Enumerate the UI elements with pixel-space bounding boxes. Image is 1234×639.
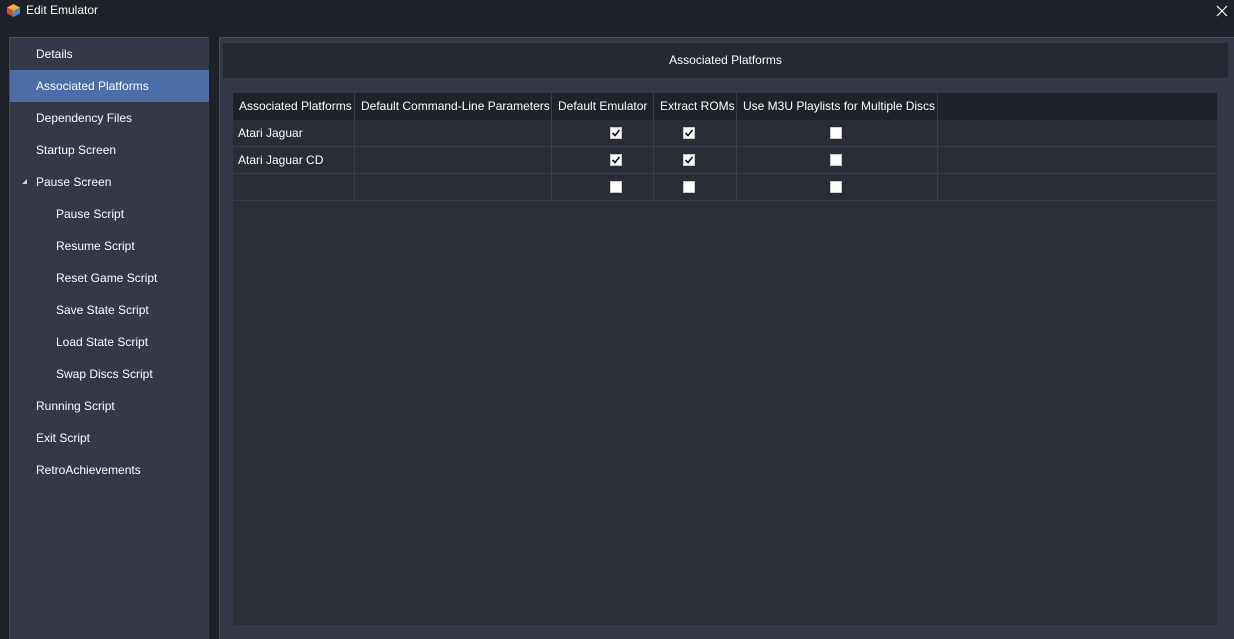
use-m3u-cell <box>737 174 938 200</box>
use-m3u-cell <box>737 147 938 173</box>
platforms-table[interactable]: Associated Platforms Default Command-Lin… <box>233 93 1217 625</box>
sidebar-item-dependency-files[interactable]: Dependency Files <box>10 102 209 134</box>
parameters-cell[interactable] <box>355 120 552 146</box>
extract-roms-checkbox[interactable] <box>683 154 695 166</box>
use-m3u-checkbox[interactable] <box>830 181 842 193</box>
sidebar-item-label: Save State Script <box>56 303 149 317</box>
extract-roms-cell <box>654 147 737 173</box>
expand-triangle-icon[interactable] <box>20 166 30 198</box>
sidebar-item-details[interactable]: Details <box>10 38 209 70</box>
sidebar-item-label: Associated Platforms <box>36 79 149 93</box>
platform-cell[interactable]: Atari Jaguar CD <box>233 147 355 173</box>
default-emulator-cell <box>552 147 654 173</box>
table-row[interactable]: Atari Jaguar CD <box>233 147 1217 174</box>
default-emulator-checkbox[interactable] <box>610 154 622 166</box>
default-emulator-checkbox[interactable] <box>610 127 622 139</box>
sidebar-item-startup-screen[interactable]: Startup Screen <box>10 134 209 166</box>
sidebar: Details Associated Platforms Dependency … <box>9 37 209 639</box>
table-row[interactable]: Atari Jaguar <box>233 120 1217 147</box>
section-title: Associated Platforms <box>669 53 782 67</box>
sidebar-item-resume-script[interactable]: Resume Script <box>10 230 209 262</box>
column-header-use-m3u-playlists[interactable]: Use M3U Playlists for Multiple Discs <box>737 93 938 120</box>
app-icon <box>7 4 20 17</box>
sidebar-item-save-state-script[interactable]: Save State Script <box>10 294 209 326</box>
sidebar-item-label: Dependency Files <box>36 111 133 125</box>
sidebar-item-label: Reset Game Script <box>56 271 158 285</box>
sidebar-item-swap-discs-script[interactable]: Swap Discs Script <box>10 358 209 390</box>
checkmark-icon <box>611 129 621 137</box>
use-m3u-checkbox[interactable] <box>830 154 842 166</box>
parameters-cell[interactable] <box>355 174 552 200</box>
sidebar-item-label: Exit Script <box>36 431 91 445</box>
platform-cell[interactable]: Atari Jaguar <box>233 120 355 146</box>
sidebar-item-label: RetroAchievements <box>36 463 141 477</box>
extract-roms-checkbox[interactable] <box>683 181 695 193</box>
column-header-default-emulator[interactable]: Default Emulator <box>552 93 654 120</box>
window-title: Edit Emulator <box>26 3 99 17</box>
sidebar-item-label: Resume Script <box>56 239 135 253</box>
sidebar-item-label: Running Script <box>36 399 115 413</box>
use-m3u-checkbox[interactable] <box>830 127 842 139</box>
platform-cell[interactable] <box>233 174 355 200</box>
sidebar-item-associated-platforms[interactable]: Associated Platforms <box>10 70 209 102</box>
close-icon[interactable] <box>1212 1 1232 21</box>
sidebar-item-running-script[interactable]: Running Script <box>10 390 209 422</box>
checkmark-icon <box>611 156 621 164</box>
sidebar-item-pause-screen[interactable]: Pause Screen <box>10 166 209 198</box>
column-header-command-line-parameters[interactable]: Default Command-Line Parameters <box>355 93 552 120</box>
sidebar-item-label: Startup Screen <box>36 143 117 157</box>
sidebar-item-reset-game-script[interactable]: Reset Game Script <box>10 262 209 294</box>
table-header: Associated Platforms Default Command-Lin… <box>233 93 1217 120</box>
checkmark-icon <box>684 156 694 164</box>
sidebar-item-label: Load State Script <box>56 335 149 349</box>
sidebar-item-label: Pause Script <box>56 207 125 221</box>
title-bar: Edit Emulator <box>0 0 1234 22</box>
default-emulator-checkbox[interactable] <box>610 181 622 193</box>
sidebar-item-label: Pause Screen <box>36 175 112 189</box>
sidebar-item-exit-script[interactable]: Exit Script <box>10 422 209 454</box>
sidebar-item-label: Details <box>36 47 73 61</box>
default-emulator-cell <box>552 174 654 200</box>
table-row-new[interactable] <box>233 174 1217 201</box>
sidebar-item-label: Swap Discs Script <box>56 367 153 381</box>
column-header-associated-platforms[interactable]: Associated Platforms <box>233 93 355 120</box>
sidebar-item-load-state-script[interactable]: Load State Script <box>10 326 209 358</box>
parameters-cell[interactable] <box>355 147 552 173</box>
extract-roms-cell <box>654 174 737 200</box>
use-m3u-cell <box>737 120 938 146</box>
sidebar-item-pause-script[interactable]: Pause Script <box>10 198 209 230</box>
section-header: Associated Platforms <box>223 43 1228 78</box>
sidebar-item-retroachievements[interactable]: RetroAchievements <box>10 454 209 486</box>
checkmark-icon <box>684 129 694 137</box>
extract-roms-cell <box>654 120 737 146</box>
column-header-extract-roms[interactable]: Extract ROMs <box>654 93 737 120</box>
extract-roms-checkbox[interactable] <box>683 127 695 139</box>
default-emulator-cell <box>552 120 654 146</box>
